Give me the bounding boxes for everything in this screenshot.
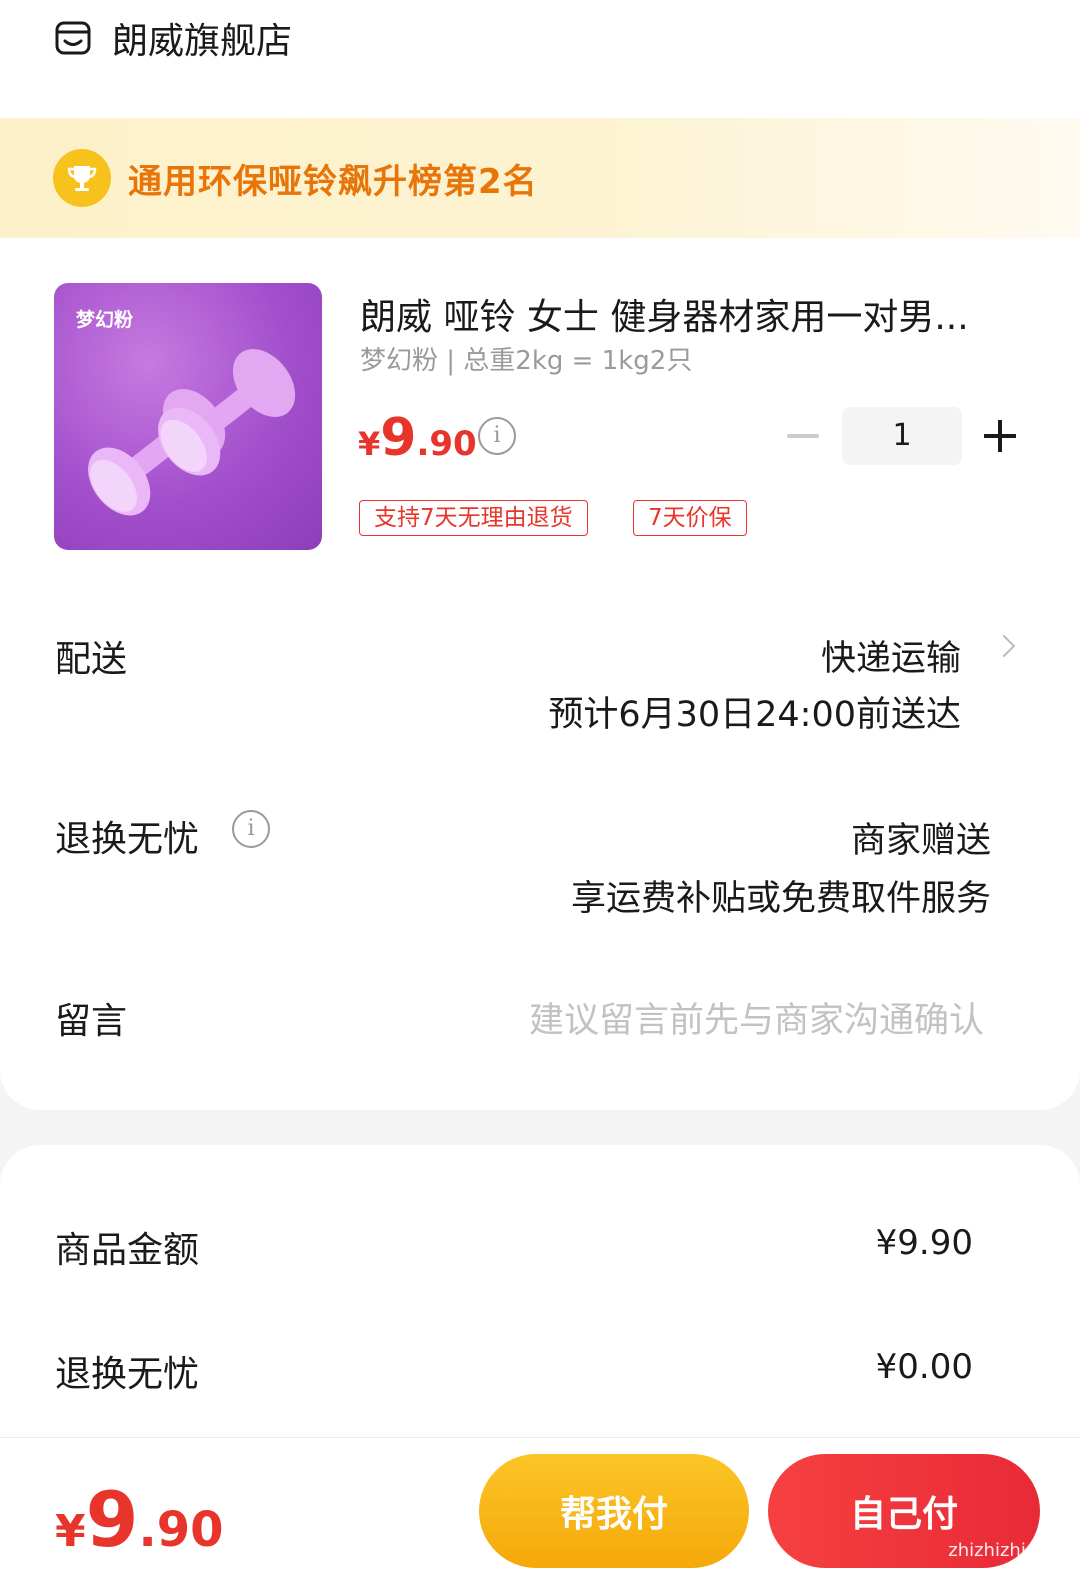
returns-value: 商家赠送 xyxy=(850,821,991,861)
returns-info-icon[interactable]: i xyxy=(232,810,270,848)
price-integer: 9 xyxy=(380,408,417,468)
returns-detail: 享运费补贴或免费取件服务 xyxy=(570,879,991,919)
goods-amount-label: 商品金额 xyxy=(55,1230,200,1271)
returns-label: 退换无忧 xyxy=(55,819,200,860)
price-decimal: .90 xyxy=(416,424,477,464)
delivery-method[interactable]: 快递运输 xyxy=(821,630,961,681)
image-variant-label: 梦幻粉 xyxy=(76,309,134,331)
total-integer: 9 xyxy=(85,1475,139,1564)
product-spec[interactable]: 梦幻粉 | 总重2kg = 1kg2只 xyxy=(360,340,692,377)
returns-fee-label: 退换无忧 xyxy=(55,1354,200,1395)
rank-text: 通用环保哑铃飙升榜第2名 xyxy=(128,161,538,202)
quantity-minus-button[interactable] xyxy=(787,434,819,438)
chevron-right-icon[interactable] xyxy=(992,634,1016,658)
message-input[interactable]: 建议留言前先与商家沟通确认 xyxy=(529,992,984,1043)
return-policy-tag: 支持7天无理由退货 xyxy=(359,500,588,536)
goods-amount-value: ¥9.90 xyxy=(875,1223,973,1263)
shop-name: 朗威旗舰店 xyxy=(112,21,293,62)
product-price: ¥ 9 .90 xyxy=(358,408,477,468)
price-protect-tag: 7天价保 xyxy=(633,500,747,536)
store-icon xyxy=(55,21,91,55)
quantity-input[interactable]: 1 xyxy=(842,407,962,465)
total-price: ¥ 9 .90 xyxy=(55,1475,224,1564)
delivery-label: 配送 xyxy=(55,639,128,680)
quantity-plus-button[interactable] xyxy=(984,420,1016,452)
product-title[interactable]: 朗威 哑铃 女士 健身器材家用一对男... xyxy=(360,288,1010,340)
product-image[interactable]: 梦幻粉 xyxy=(54,283,322,550)
total-decimal: .90 xyxy=(138,1502,224,1558)
rank-banner[interactable]: 通用环保哑铃飙升榜第2名 xyxy=(0,118,1080,238)
total-currency: ¥ xyxy=(55,1506,86,1557)
order-card: 朗威旗舰店 通用环保哑铃飙升榜第2名 梦幻粉 朗威 哑铃 女士 健身器材家用一对… xyxy=(0,0,1080,1110)
delivery-estimate: 预计6月30日24:00前送达 xyxy=(548,695,961,735)
shop-header[interactable]: 朗威旗舰店 xyxy=(54,10,292,66)
help-pay-button[interactable]: 帮我付 xyxy=(479,1454,749,1568)
message-label: 留言 xyxy=(55,1001,128,1042)
trophy-icon xyxy=(53,149,111,207)
price-info-icon[interactable]: i xyxy=(478,417,516,455)
watermark: zhizhizhi.com xyxy=(948,1540,1070,1561)
returns-fee-value: ¥0.00 xyxy=(875,1347,973,1387)
price-currency: ¥ xyxy=(358,425,381,463)
